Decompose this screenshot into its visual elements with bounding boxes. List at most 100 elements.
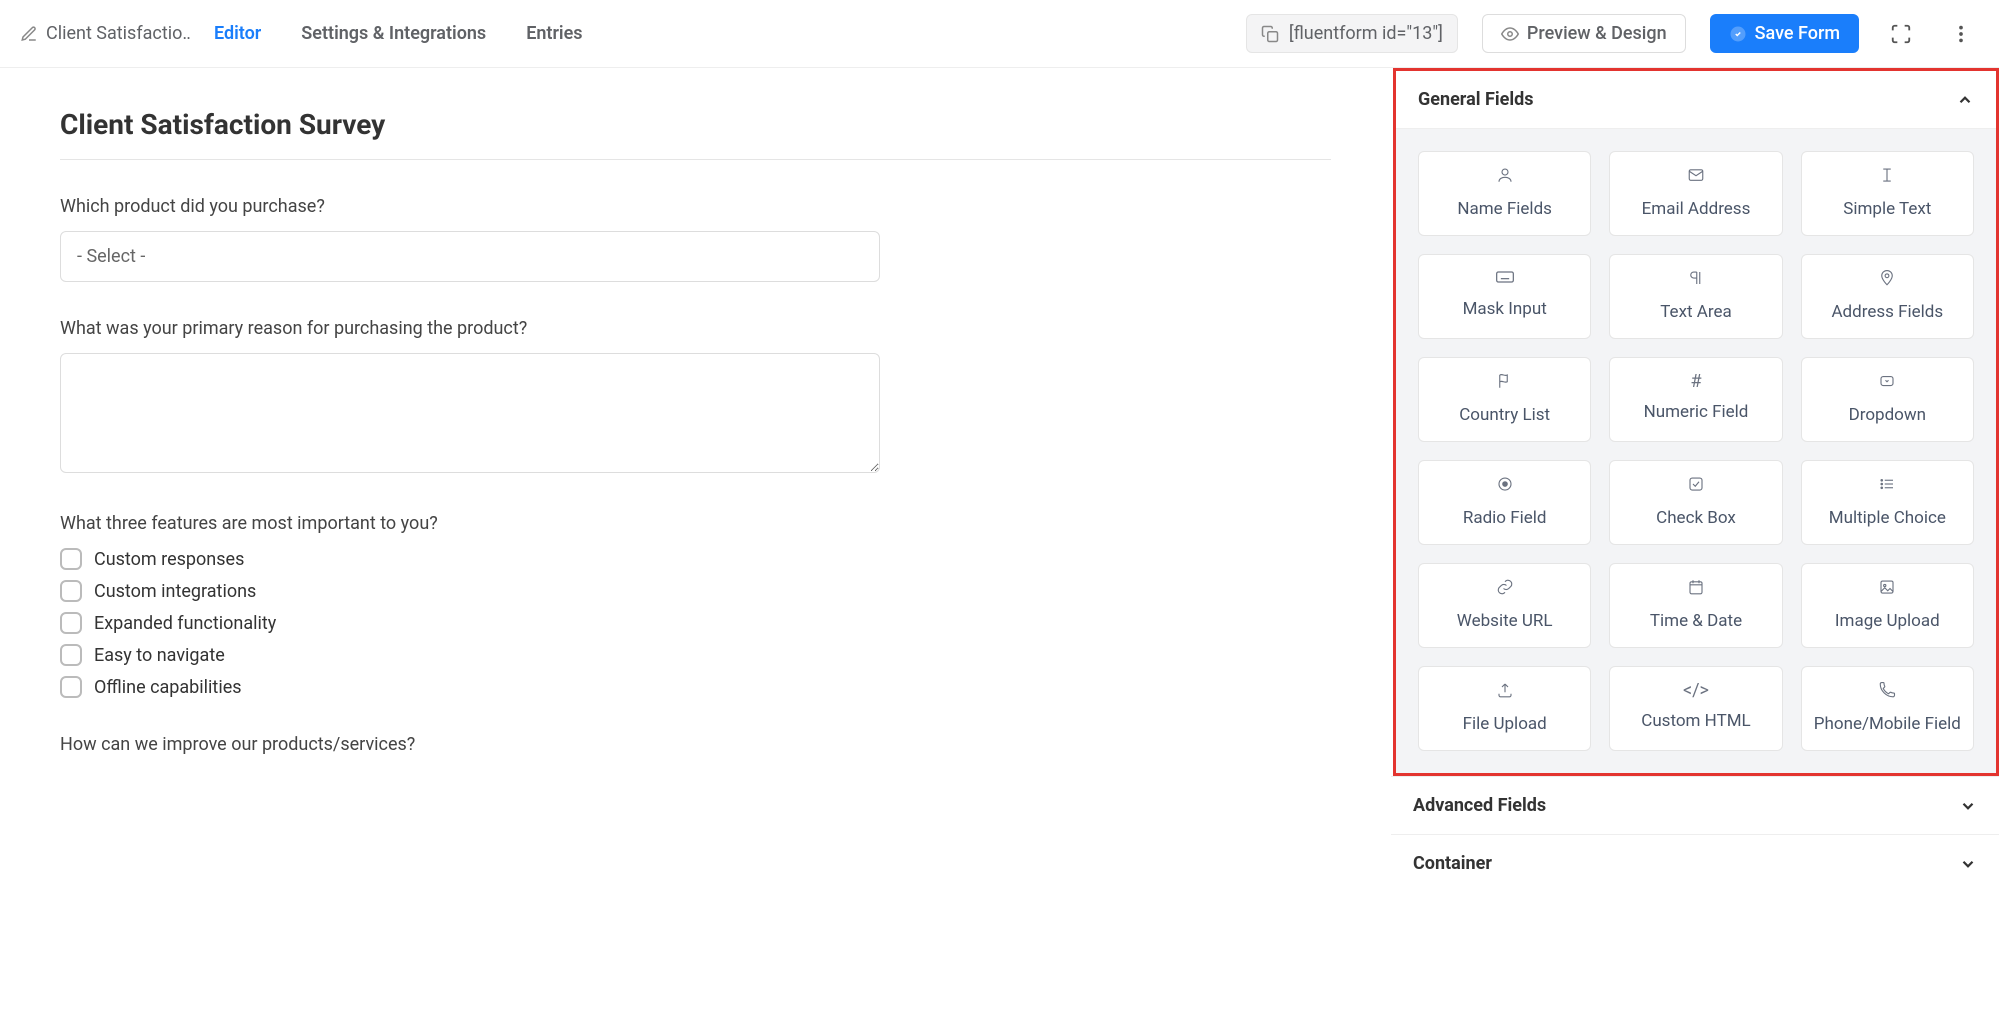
field-card-label: Simple Text [1843, 199, 1931, 219]
section-header-advanced[interactable]: Advanced Fields [1391, 776, 1999, 834]
field-card-label: File Upload [1463, 714, 1547, 734]
hash-icon: # [1690, 372, 1701, 392]
shortcode-text: [fluentform id="13"] [1289, 23, 1443, 44]
checkbox-option[interactable]: Expanded functionality [60, 612, 1331, 634]
dropdown-icon [1878, 372, 1896, 395]
question-reason[interactable]: What was your primary reason for purchas… [60, 318, 1331, 477]
fullscreen-button[interactable] [1883, 16, 1919, 52]
field-card-website-url[interactable]: Website URL [1418, 563, 1591, 648]
field-card-name-fields[interactable]: Name Fields [1418, 151, 1591, 236]
phone-icon [1878, 681, 1896, 704]
form-title[interactable]: Client Satisfaction Survey [60, 108, 1331, 160]
topbar: Client Satisfactio… Editor Settings & In… [0, 0, 1999, 68]
field-card-time-date[interactable]: Time & Date [1609, 563, 1782, 648]
checkbox-option[interactable]: Custom responses [60, 548, 1331, 570]
copy-icon [1261, 25, 1279, 43]
checkbox-icon [60, 644, 82, 666]
chevron-down-icon [1959, 855, 1977, 873]
field-card-dropdown[interactable]: Dropdown [1801, 357, 1974, 442]
field-card-label: Email Address [1642, 199, 1751, 219]
checkbox-icon [60, 612, 82, 634]
section-header-general[interactable]: General Fields [1396, 71, 1996, 129]
chevron-up-icon [1956, 91, 1974, 109]
eye-icon [1501, 25, 1519, 43]
tab-settings[interactable]: Settings & Integrations [301, 23, 486, 44]
field-card-multiple-choice[interactable]: Multiple Choice [1801, 460, 1974, 545]
radio-icon [1496, 475, 1514, 498]
field-card-email-address[interactable]: Email Address [1609, 151, 1782, 236]
field-card-simple-text[interactable]: Simple Text [1801, 151, 1974, 236]
fields-panel: General Fields Name Fields Email Address S… [1391, 68, 1999, 776]
field-card-file-upload[interactable]: File Upload [1418, 666, 1591, 751]
field-card-image-upload[interactable]: Image Upload [1801, 563, 1974, 648]
field-card-numeric-field[interactable]: # Numeric Field [1609, 357, 1782, 442]
checkbox-label: Custom integrations [94, 581, 256, 602]
paragraph-icon [1687, 269, 1705, 292]
field-card-label: Radio Field [1463, 508, 1547, 528]
field-card-country-list[interactable]: Country List [1418, 357, 1591, 442]
code-icon: </> [1683, 681, 1709, 701]
shortcode-box[interactable]: [fluentform id="13"] [1246, 14, 1458, 53]
link-icon [1496, 578, 1514, 601]
save-button[interactable]: Save Form [1710, 14, 1859, 53]
checkbox-icon [60, 676, 82, 698]
field-card-label: Dropdown [1849, 405, 1926, 425]
textcursor-icon [1878, 166, 1896, 189]
question-product[interactable]: Which product did you purchase? - Select… [60, 196, 1331, 282]
more-menu-button[interactable] [1943, 16, 1979, 52]
checkbox-label: Offline capabilities [94, 677, 242, 698]
tab-editor[interactable]: Editor [214, 23, 261, 44]
checkbox-label: Custom responses [94, 549, 244, 570]
fields-grid: Name Fields Email Address Simple Text Mask … [1396, 129, 1996, 773]
field-card-label: Time & Date [1650, 611, 1742, 631]
editor-area: Client Satisfaction Survey Which product… [0, 68, 1391, 892]
checkbox-option[interactable]: Offline capabilities [60, 676, 1331, 698]
check-icon [1687, 475, 1705, 498]
form-name[interactable]: Client Satisfactio… [20, 23, 190, 44]
question-features[interactable]: What three features are most important t… [60, 513, 1331, 698]
checkbox-icon [60, 548, 82, 570]
field-card-check-box[interactable]: Check Box [1609, 460, 1782, 545]
upload-icon [1496, 681, 1514, 704]
field-card-address-fields[interactable]: Address Fields [1801, 254, 1974, 339]
field-card-label: Address Fields [1831, 302, 1943, 322]
reason-textarea[interactable] [60, 353, 880, 473]
field-card-label: Multiple Choice [1829, 508, 1946, 528]
field-card-label: Numeric Field [1644, 402, 1749, 422]
tab-entries[interactable]: Entries [526, 23, 582, 44]
field-card-label: Check Box [1656, 508, 1736, 528]
checkbox-icon [60, 580, 82, 602]
field-card-mask-input[interactable]: Mask Input [1418, 254, 1591, 339]
preview-button[interactable]: Preview & Design [1482, 14, 1686, 53]
section-header-container[interactable]: Container [1391, 834, 1999, 892]
product-select[interactable]: - Select - [60, 231, 880, 282]
field-card-radio-field[interactable]: Radio Field [1418, 460, 1591, 545]
checkbox-option[interactable]: Easy to navigate [60, 644, 1331, 666]
checkbox-option[interactable]: Custom integrations [60, 580, 1331, 602]
question-label: What three features are most important t… [60, 513, 1331, 534]
calendar-icon [1687, 578, 1705, 601]
field-card-custom-html[interactable]: </> Custom HTML [1609, 666, 1782, 751]
field-card-label: Website URL [1457, 611, 1553, 631]
pin-icon [1878, 269, 1896, 292]
question-label: What was your primary reason for purchas… [60, 318, 1331, 339]
more-vertical-icon [1950, 23, 1972, 45]
field-card-text-area[interactable]: Text Area [1609, 254, 1782, 339]
user-icon [1496, 166, 1514, 189]
field-card-label: Name Fields [1457, 199, 1552, 219]
checkbox-label: Expanded functionality [94, 613, 276, 634]
field-card-label: Text Area [1660, 302, 1732, 322]
field-card-label: Custom HTML [1641, 711, 1750, 731]
check-circle-icon [1729, 25, 1747, 43]
fullscreen-icon [1890, 23, 1912, 45]
field-card-label: Mask Input [1463, 299, 1547, 319]
question-improve[interactable]: How can we improve our products/services… [60, 734, 1331, 755]
chevron-down-icon [1959, 797, 1977, 815]
list-icon [1878, 475, 1896, 498]
keyboard-icon [1495, 269, 1515, 289]
form-name-text: Client Satisfactio… [46, 23, 190, 44]
field-card-phone-mobile-field[interactable]: Phone/Mobile Field [1801, 666, 1974, 751]
field-card-label: Image Upload [1835, 611, 1940, 631]
flag-icon [1496, 372, 1514, 395]
question-label: Which product did you purchase? [60, 196, 1331, 217]
